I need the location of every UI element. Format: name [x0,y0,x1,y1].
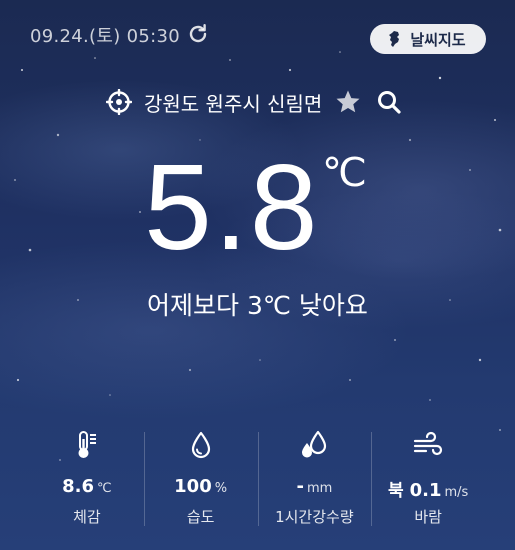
yesterday-comparison: 어제보다 3℃ 낮아요 [147,291,368,320]
humidity-label: 습도 [186,508,215,526]
weather-map-label: 날씨지도 [410,30,466,49]
stat-precipitation: - mm 1시간강수량 [257,424,372,534]
stat-feels-like: 8.6 ℃ 체감 [30,424,144,534]
humidity-value: 100 [174,476,212,497]
current-temperature: 5.8 [144,139,320,275]
stat-humidity: 100% 습도 [143,424,258,534]
stat-wind: 북 0.1 m/s 바람 [371,424,485,534]
feels-like-unit: ℃ [97,481,112,496]
temperature-unit: ℃ [322,151,367,195]
location-name[interactable]: 강원도 원주시 신림면 [144,88,322,117]
location-bar: 강원도 원주시 신림면 [106,86,402,118]
rain-drops-icon [302,430,327,458]
feels-like-label: 체감 [73,508,101,526]
korea-map-icon [389,31,400,47]
refresh-icon[interactable] [186,22,210,46]
wind-direction: 북 [387,481,404,501]
weather-screen: 09.24.(토) 05:30 날씨지도 강원도 원주시 신림면 5.8 ℃ 어… [0,0,515,550]
wind-speed-unit: m/s [444,485,469,500]
weather-details: 8.6 ℃ 체감 100% 습도 - mm 1시간강수량 북 0.1 m/s 바… [30,424,485,534]
precipitation-label: 1시간강수량 [275,508,354,526]
thermometer-icon [78,431,96,458]
favorite-star-icon[interactable] [334,88,362,116]
current-location-icon[interactable] [106,89,132,115]
top-bar: 09.24.(토) 05:30 날씨지도 [0,0,515,68]
observation-datetime: 09.24.(토) 05:30 [30,26,180,47]
wind-icon [414,431,443,456]
wind-label: 바람 [414,508,442,526]
precipitation-value: - [296,476,304,497]
humidity-drop-icon [191,431,210,459]
precipitation-unit: mm [306,481,333,496]
search-icon[interactable] [376,89,402,115]
humidity-unit: % [214,481,228,496]
weather-map-button[interactable]: 날씨지도 [370,24,486,54]
feels-like-value: 8.6 [62,476,95,497]
wind-speed-value: 0.1 [409,480,442,501]
